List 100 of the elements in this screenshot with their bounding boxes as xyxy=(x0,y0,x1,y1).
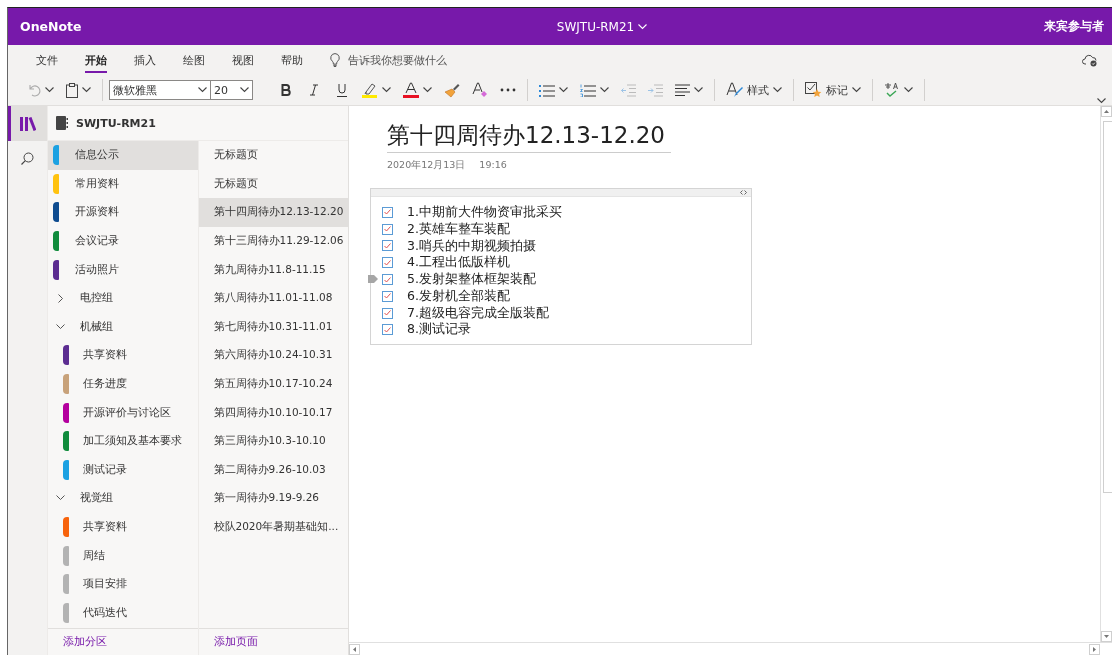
page-time: 19:16 xyxy=(479,159,507,172)
page-item[interactable]: 第七周待办10.31-11.01 xyxy=(198,312,348,342)
todo-checkbox[interactable] xyxy=(382,274,393,286)
section-item[interactable]: 会议记录 xyxy=(48,226,198,256)
page-item[interactable]: 第二周待办9.26-10.03 xyxy=(198,455,348,485)
lightbulb-icon xyxy=(330,53,340,67)
note-container[interactable]: 1.中期前大件物资审批采买 2.英雄车整车装配 3.哨兵的中期视频拍摄 4.工程出低版样机 5.发射架整体框架装配 6.发射机全部装配 7.超级电容完成全版装配 8.测试记录 xyxy=(370,188,752,345)
cloud-sync-icon[interactable] xyxy=(1082,53,1098,67)
chevron-down-icon xyxy=(45,87,54,93)
library-icon xyxy=(19,116,36,131)
ribbon-tab[interactable]: 插入 xyxy=(124,46,166,74)
ribbon-tab[interactable]: 绘图 xyxy=(173,46,215,74)
section-item[interactable]: 任务进度 xyxy=(48,369,198,399)
todo-checkbox[interactable] xyxy=(382,290,393,302)
collapse-ribbon-icon[interactable] xyxy=(1097,98,1106,104)
todo-text: 1.中期前大件物资审批采买 xyxy=(407,203,562,221)
styles-button[interactable]: 样式 xyxy=(721,78,787,102)
scroll-right-button[interactable] xyxy=(1089,643,1100,655)
page-item[interactable]: 第九周待办11.8-11.15 xyxy=(198,255,348,284)
scroll-left-button[interactable] xyxy=(349,643,360,655)
todo-text: 2.英雄车整车装配 xyxy=(407,220,510,238)
notebooks-button[interactable] xyxy=(8,106,47,141)
ribbon-tab[interactable]: 开始 xyxy=(75,46,117,74)
section-item[interactable]: 加工须知及基本要求 xyxy=(48,426,198,456)
notebook-icon xyxy=(56,116,68,130)
page-item[interactable]: 无标题页 xyxy=(198,141,348,170)
ribbon-tab[interactable]: 文件 xyxy=(26,46,68,74)
app-name: OneNote xyxy=(20,19,83,34)
section-item[interactable]: 测试记录 xyxy=(48,455,198,485)
section-item[interactable]: 代码迭代 xyxy=(48,598,198,628)
section-item[interactable]: 项目安排 xyxy=(48,569,198,599)
chevron-down-icon xyxy=(638,23,648,30)
section-item[interactable]: 周结 xyxy=(48,541,198,570)
page-item[interactable]: 第六周待办10.24-10.31 xyxy=(198,341,348,370)
todo-text: 8.测试记录 xyxy=(407,321,471,339)
chevron-down-icon xyxy=(198,87,207,93)
page-item[interactable]: 第五周待办10.17-10.24 xyxy=(198,369,348,399)
ribbon-tab[interactable]: 视图 xyxy=(222,46,264,74)
section-group[interactable]: 视觉组 xyxy=(48,484,198,513)
resize-handle-icon[interactable] xyxy=(740,190,747,195)
section-item[interactable]: 开源资料 xyxy=(48,198,198,227)
page-item[interactable]: 校队2020年暑期基础知... xyxy=(198,512,348,542)
bold-icon xyxy=(281,84,291,96)
arrow-down-icon xyxy=(1104,635,1109,638)
todo-checkbox[interactable] xyxy=(382,206,393,218)
font-color-icon xyxy=(403,82,419,98)
underline-icon xyxy=(337,83,347,97)
outdent-icon xyxy=(621,83,636,97)
notebook-title-button[interactable]: SWJTU-RM21 xyxy=(556,19,648,34)
section-item[interactable]: 常用资料 xyxy=(48,169,198,199)
todo-checkbox[interactable] xyxy=(382,324,393,336)
scroll-down-button[interactable] xyxy=(1101,631,1112,642)
tell-me-field[interactable]: 告诉我你想要做什么 xyxy=(348,53,498,67)
ribbon-tab[interactable]: 帮助 xyxy=(271,46,313,74)
more-icon xyxy=(500,88,516,92)
section-group[interactable]: 机械组 xyxy=(48,312,198,342)
highlighter-icon xyxy=(362,82,378,98)
chevron-down-icon xyxy=(559,87,568,93)
page-item[interactable]: 第四周待办10.10-10.17 xyxy=(198,398,348,427)
section-item[interactable]: 共享资料 xyxy=(48,512,198,542)
font-name-field[interactable]: 微软雅黑 xyxy=(109,80,211,100)
scrollbar-thumb[interactable] xyxy=(1103,121,1112,493)
todo-text: 3.哨兵的中期视频拍摄 xyxy=(407,237,536,255)
todo-text: 5.发射架整体框架装配 xyxy=(407,271,536,289)
chevron-down-icon xyxy=(56,495,65,502)
page-item[interactable]: 第三周待办10.3-10.10 xyxy=(198,426,348,456)
page-title[interactable]: 第十四周待办12.13-12.20 xyxy=(387,120,671,153)
todo-checkbox[interactable] xyxy=(382,223,393,235)
page-item[interactable]: 无标题页 xyxy=(198,169,348,199)
todo-checkbox[interactable] xyxy=(382,307,393,319)
todo-checkbox[interactable] xyxy=(382,240,393,252)
section-item[interactable]: 活动照片 xyxy=(48,255,198,284)
add-section-link[interactable]: 添加分区 xyxy=(48,635,107,649)
font-size-field[interactable]: 20 xyxy=(211,80,253,100)
arrow-right-icon xyxy=(1093,646,1096,652)
undo-icon xyxy=(27,83,41,97)
section-item[interactable]: 开源评价与讨论区 xyxy=(48,398,198,427)
chevron-right-icon xyxy=(56,293,65,303)
todo-checkbox[interactable] xyxy=(382,257,393,269)
tags-button[interactable]: 标记 xyxy=(800,78,866,102)
section-item[interactable]: 共享资料 xyxy=(48,341,198,370)
add-page-link[interactable]: 添加页面 xyxy=(198,635,258,649)
page-item[interactable]: 第十四周待办12.13-12.20 xyxy=(198,198,348,227)
chevron-down-icon xyxy=(904,87,913,93)
chevron-down-icon xyxy=(240,87,249,93)
todo-text: 6.发射机全部装配 xyxy=(407,287,510,305)
todo-text: 7.超级电容完成全版装配 xyxy=(407,304,549,322)
section-group[interactable]: 电控组 xyxy=(48,283,198,313)
align-left-icon xyxy=(675,83,690,97)
page-item[interactable]: 第八周待办11.01-11.08 xyxy=(198,283,348,313)
section-item[interactable]: 信息公示 xyxy=(48,141,198,170)
todo-text: 4.工程出低版样机 xyxy=(407,254,510,272)
notebook-name: SWJTU-RM21 xyxy=(76,116,156,130)
page-item[interactable]: 第一周待办9.19-9.26 xyxy=(198,484,348,513)
scroll-up-button[interactable] xyxy=(1101,106,1112,117)
arrow-left-icon xyxy=(353,646,356,652)
paintbrush-icon xyxy=(444,82,460,98)
page-item[interactable]: 第十三周待办11.29-12.06 xyxy=(198,226,348,256)
paragraph-handle-icon[interactable] xyxy=(368,275,378,284)
chevron-down-icon xyxy=(382,87,391,93)
